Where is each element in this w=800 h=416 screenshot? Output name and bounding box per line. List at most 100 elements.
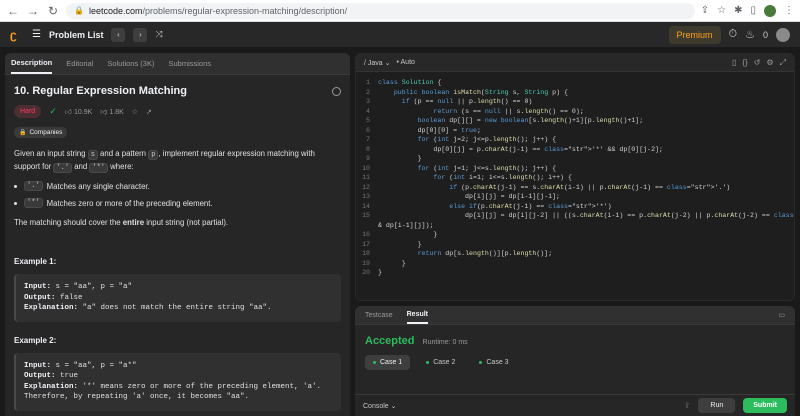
premium-button[interactable]: Premium — [668, 25, 721, 44]
console-toggle[interactable]: Console ⌄ — [363, 402, 397, 410]
share-link-icon[interactable]: ↗ — [146, 108, 152, 116]
tab-testcase[interactable]: Testcase — [365, 312, 393, 324]
line-number: 2 — [366, 88, 370, 96]
share-icon[interactable]: ⇪ — [701, 5, 709, 16]
code-line: 7 for (int j=2; j<=p.length(); j++) { — [356, 135, 794, 145]
line-number — [356, 221, 378, 231]
tab-solutions[interactable]: Solutions (3K) — [107, 59, 154, 74]
address-bar[interactable]: 🔒 leetcode.com/problems/regular-expressi… — [66, 2, 695, 19]
code-line: & dp[i-1][j]); — [356, 221, 794, 231]
lock-icon: 🔒 — [74, 6, 84, 15]
timer-icon[interactable]: ⏱ — [729, 28, 738, 41]
favorite-star-icon[interactable]: ☆ — [132, 108, 138, 116]
language-select[interactable]: / Java ⌄ — [364, 59, 391, 67]
line-number: 4 — [366, 107, 370, 115]
user-avatar[interactable] — [776, 27, 790, 42]
result-status: Accepted — [365, 335, 415, 347]
result-tabs: Testcase Result ▭ — [355, 306, 795, 325]
line-number: 5 — [366, 117, 370, 124]
case-3-tab[interactable]: Case 3 — [471, 355, 516, 370]
problem-description: Given an input string s and a pattern p,… — [14, 149, 315, 173]
url-text: leetcode.com/problems/regular-expression… — [88, 5, 348, 16]
tab-description[interactable]: Description — [11, 58, 53, 74]
run-button[interactable]: Run — [698, 398, 736, 413]
problem-list-link[interactable]: Problem List — [49, 30, 104, 40]
tab-editorial[interactable]: Editorial — [66, 59, 93, 74]
line-number: 7 — [366, 136, 370, 143]
code-line: 16 } — [356, 230, 794, 240]
dislike-button[interactable]: 👎︎ 1.8K — [100, 107, 123, 116]
shuffle-icon[interactable]: ⤨ — [155, 29, 162, 40]
code-line: 8 dp[0][j] = p.charAt(j-1) == class="str… — [356, 145, 794, 155]
line-text: dp[i][j] = dp[i-1][j-1]; — [378, 193, 561, 200]
tab-submissions[interactable]: Submissions — [168, 59, 211, 74]
line-number: 17 — [362, 240, 370, 248]
code-line: 11 for (int i=1; i<=s.length(); i++) { — [356, 173, 794, 183]
reload-icon[interactable]: ↻ — [46, 4, 60, 18]
line-number: 11 — [362, 174, 370, 181]
next-problem-button[interactable]: › — [133, 27, 148, 42]
tab-result[interactable]: Result — [406, 311, 429, 324]
list-item: '.' Matches any single character. — [14, 181, 341, 191]
reset-icon[interactable]: ↺ — [754, 58, 761, 67]
submit-button[interactable]: Submit — [743, 398, 787, 413]
line-number: 19 — [362, 259, 370, 267]
line-text: else if(p.charAt(j-1) == class="str">'*'… — [449, 202, 612, 210]
line-text: return dp[s.length()][p.length()]; — [417, 250, 553, 257]
coverage-note: The matching should cover the entire inp… — [14, 218, 229, 227]
bottom-bar: Console ⌄ ⇪ Run Submit — [355, 394, 795, 416]
case-tabs: Case 1 Case 2 Case 3 — [355, 347, 795, 378]
menu-icon[interactable]: ⋮ — [784, 5, 794, 16]
line-text: for (int i=1; i<=s.length(); i++) { — [433, 174, 572, 181]
streak-count: 0 — [762, 29, 768, 40]
runtime-text: Runtime: 0 ms — [422, 339, 468, 346]
fullscreen-icon[interactable]: ⤢ — [780, 58, 786, 68]
code-area[interactable]: 1 class Solution {2 public boolean isMatc… — [356, 72, 794, 278]
app-topnav: ʗ ☰ Problem List ‹ › ⤨ Premium ⏱ ♨ 0 — [0, 22, 800, 48]
editor-toolbar: / Java ⌄ • Auto ▯ {} ↺ ⚙ ⤢ — [356, 54, 794, 72]
description-tabs: Description Editorial Solutions (3K) Sub… — [5, 53, 350, 75]
code-line: 6 dp[0][0] = true; — [356, 126, 794, 136]
line-text: return (s == null || s.length() == 0); — [433, 107, 584, 115]
line-number: 1 — [366, 79, 370, 86]
extensions-icon[interactable]: ✱ — [734, 5, 742, 16]
line-text: boolean dp[][] = new boolean[s.length()+… — [417, 117, 644, 124]
case-2-tab[interactable]: Case 2 — [418, 355, 463, 370]
code-line: 9 } — [356, 154, 794, 164]
line-number: 20 — [362, 269, 370, 276]
back-icon[interactable]: ← — [6, 4, 20, 18]
panel-toggle-icon[interactable]: ▭ — [778, 311, 785, 324]
sidebar-icon[interactable]: ▯ — [750, 5, 756, 16]
settings-icon[interactable]: ⚙ — [766, 58, 773, 67]
code-line: 14 else if(p.charAt(j-1) == class="str">… — [356, 202, 794, 212]
profile-avatar[interactable] — [764, 4, 776, 17]
upload-icon[interactable]: ⇪ — [684, 401, 691, 410]
code-line: 19 } — [356, 259, 794, 269]
star-icon[interactable]: ☆ — [717, 5, 726, 16]
code-line: 1 class Solution { — [356, 78, 794, 88]
like-button[interactable]: 👍︎ 10.9K — [65, 107, 93, 116]
fire-icon[interactable]: ♨ — [745, 28, 755, 41]
description-panel: Description Editorial Solutions (3K) Sub… — [5, 53, 350, 416]
companies-tag[interactable]: 🔒 Companies — [14, 127, 68, 138]
prev-problem-button[interactable]: ‹ — [111, 27, 126, 42]
forward-icon[interactable]: → — [26, 4, 40, 18]
line-number: 13 — [362, 193, 370, 200]
braces-icon[interactable]: {} — [742, 58, 747, 67]
difficulty-badge: Hard — [14, 105, 42, 118]
line-text: } — [378, 155, 422, 162]
code-line: 15 dp[i][j] = dp[i][j-2] || ((s.charAt(i… — [356, 211, 794, 221]
rules-list: '.' Matches any single character. '*' Matc… — [14, 181, 341, 208]
auto-mode-toggle[interactable]: • Auto — [397, 59, 415, 66]
leetcode-logo-icon[interactable]: ʗ — [10, 28, 24, 42]
bookmark-icon[interactable]: ▯ — [732, 58, 736, 67]
line-text: if (p == null || p.length() == 0) — [401, 98, 533, 105]
line-text: for (int j=2; j<=p.length(); j++) { — [417, 136, 557, 143]
list-icon[interactable]: ☰ — [32, 29, 41, 40]
case-1-tab[interactable]: Case 1 — [365, 355, 411, 370]
info-icon[interactable] — [332, 86, 341, 96]
browser-toolbar: ← → ↻ 🔒 leetcode.com/problems/regular-ex… — [0, 0, 800, 22]
list-item: '*' Matches zero or more of the preceding… — [14, 198, 341, 208]
code-editor: / Java ⌄ • Auto ▯ {} ↺ ⚙ ⤢ 1 class Soluti… — [355, 53, 795, 301]
line-text: public boolean isMatch(String s, String … — [393, 88, 569, 96]
